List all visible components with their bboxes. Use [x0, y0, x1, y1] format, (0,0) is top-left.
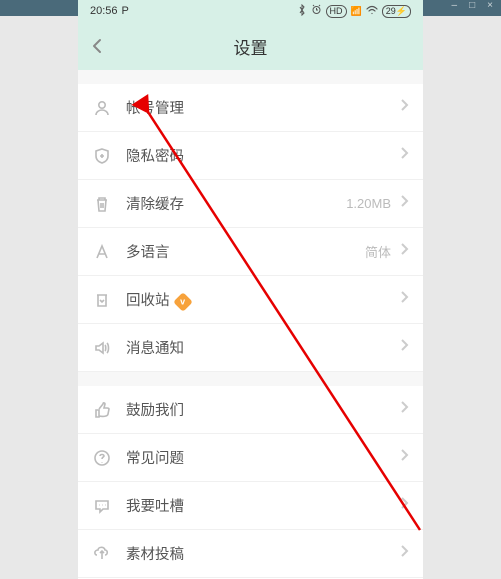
status-bar: 20:56 P HD 📶 29⚡ [78, 0, 423, 22]
row-label: 鼓励我们 [126, 399, 399, 420]
row-value: 简体 [365, 242, 391, 261]
row-language[interactable]: 多语言 简体 [78, 228, 423, 276]
header: 设置 [78, 22, 423, 70]
battery-icon: 29⚡ [382, 5, 411, 18]
font-icon [92, 242, 112, 262]
group-gap [78, 372, 423, 386]
back-button[interactable] [88, 22, 106, 70]
comment-icon [92, 496, 112, 516]
row-label: 常见问题 [126, 447, 399, 468]
row-notification[interactable]: 消息通知 [78, 324, 423, 372]
chevron-right-icon [399, 290, 409, 309]
upload-icon [92, 544, 112, 564]
chevron-right-icon [399, 544, 409, 563]
status-time: 20:56 [90, 5, 118, 17]
row-feedback[interactable]: 我要吐槽 [78, 482, 423, 530]
user-icon [92, 98, 112, 118]
window-close[interactable]: × [487, 0, 493, 11]
row-value: 1.20MB [346, 196, 391, 211]
row-privacy[interactable]: 隐私密码 [78, 132, 423, 180]
shield-icon [92, 146, 112, 166]
row-account[interactable]: 帐号管理 [78, 84, 423, 132]
stage: – □ × 20:56 P HD 📶 29 [0, 0, 501, 579]
status-net: P [122, 5, 129, 17]
chevron-right-icon [399, 400, 409, 419]
chevron-right-icon [399, 146, 409, 165]
row-label: 隐私密码 [126, 145, 399, 166]
help-icon [92, 448, 112, 468]
row-label: 清除缓存 [126, 193, 346, 214]
row-label: 帐号管理 [126, 97, 399, 118]
row-contribute[interactable]: 素材投稿 [78, 530, 423, 578]
chevron-right-icon [399, 448, 409, 467]
chevron-right-icon [399, 496, 409, 515]
chevron-right-icon [399, 338, 409, 357]
phone-frame: 20:56 P HD 📶 29⚡ 设置 [78, 0, 423, 579]
thumb-icon [92, 400, 112, 420]
sound-icon [92, 338, 112, 358]
chevron-right-icon [399, 194, 409, 213]
window-maximize[interactable]: □ [469, 0, 475, 11]
row-cache[interactable]: 清除缓存 1.20MB [78, 180, 423, 228]
alarm-icon [311, 4, 322, 18]
row-label: 我要吐槽 [126, 495, 399, 516]
row-rate[interactable]: 鼓励我们 [78, 386, 423, 434]
trash-icon [92, 194, 112, 214]
window-minimize[interactable]: – [452, 0, 458, 11]
row-label: 消息通知 [126, 337, 399, 358]
chevron-right-icon [399, 242, 409, 261]
bluetooth-icon [297, 4, 307, 19]
chevron-right-icon [399, 98, 409, 117]
signal-icon: 📶 [351, 6, 362, 17]
settings-list: 帐号管理 隐私密码 清除缓存 1.20MB 多语言 简体 [78, 70, 423, 579]
row-label: 素材投稿 [126, 543, 399, 564]
hd-badge: HD [326, 5, 347, 18]
row-faq[interactable]: 常见问题 [78, 434, 423, 482]
row-recycle[interactable]: 回收站v [78, 276, 423, 324]
row-label: 回收站v [126, 289, 399, 310]
wifi-icon [366, 5, 378, 18]
vip-badge: v [173, 292, 193, 312]
page-title: 设置 [78, 34, 423, 59]
row-label: 多语言 [126, 241, 365, 262]
group-gap [78, 70, 423, 84]
recycle-icon [92, 290, 112, 310]
